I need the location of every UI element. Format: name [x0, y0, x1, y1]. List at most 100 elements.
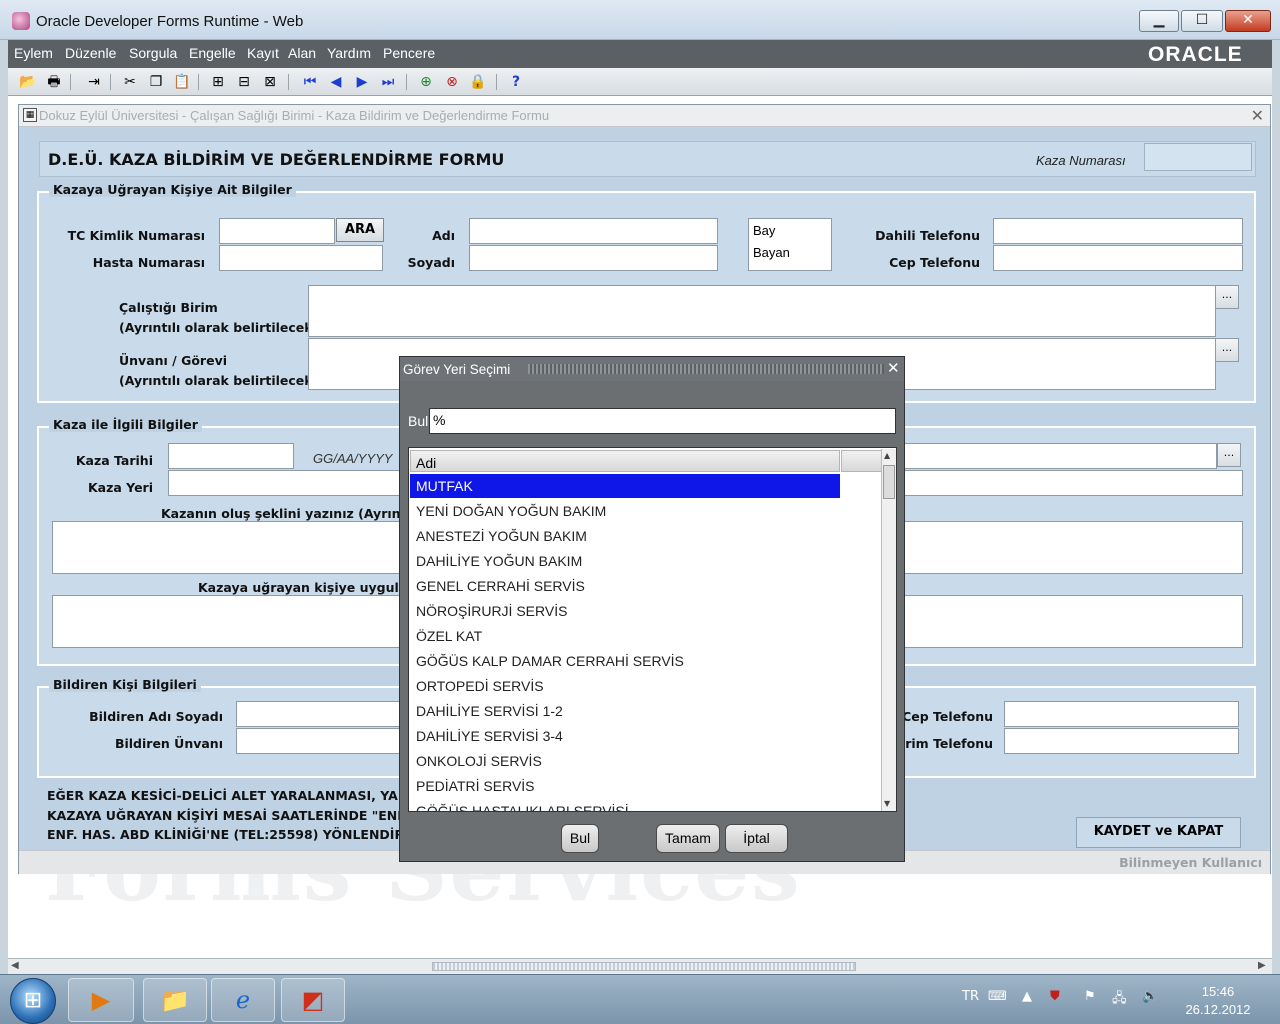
calistigi-birim-input[interactable]	[308, 285, 1216, 337]
show-hidden-icons-icon[interactable]: ▲	[1022, 989, 1032, 1004]
list-item[interactable]: ONKOLOJİ SERVİS	[410, 749, 840, 773]
find-input[interactable]: %	[429, 408, 896, 434]
menu-yardim[interactable]: Yardım	[327, 45, 371, 61]
gender-option-bay[interactable]: Bay	[753, 223, 775, 238]
list-item[interactable]: NÖROŞİRURJİ SERVİS	[410, 599, 840, 623]
warning-line-2: KAZAYA UĞRAYAN KİŞİYİ MESAİ SAATLERİNDE …	[47, 808, 429, 823]
save-icon[interactable]: 📂	[18, 72, 38, 92]
dahili-telefon-input[interactable]	[993, 218, 1243, 244]
action-center-icon[interactable]: ⚑	[1084, 989, 1096, 1004]
applet-horizontal-scrollbar[interactable]: ◀ ▶	[8, 958, 1272, 974]
toolbar-separator	[198, 74, 199, 90]
dialog-drag-grip[interactable]	[528, 364, 884, 374]
taskbar-app-icon[interactable]: ◩	[281, 978, 345, 1022]
language-indicator[interactable]: TR	[962, 989, 979, 1004]
ara-button[interactable]: ARA	[336, 218, 384, 242]
menu-pencere[interactable]: Pencere	[383, 45, 435, 61]
lov-list-scrollbar[interactable]: ▲ ▼	[881, 449, 896, 811]
oracle-logo: ORACLE	[1148, 43, 1243, 66]
next-record-icon[interactable]: ▶	[352, 72, 372, 92]
maximize-button[interactable]: ☐	[1181, 10, 1223, 32]
list-item[interactable]: DAHİLİYE YOĞUN BAKIM	[410, 549, 840, 573]
menu-eylem[interactable]: Eylem	[14, 45, 53, 61]
gender-option-bayan[interactable]: Bayan	[753, 245, 790, 260]
column-header-adi[interactable]: Adi	[410, 450, 840, 472]
iptal-button[interactable]: İptal	[725, 824, 788, 853]
start-button[interactable]: ⊞	[10, 978, 56, 1024]
internet-explorer-icon[interactable]: ℯ	[211, 978, 275, 1022]
system-clock[interactable]: 15:46 26.12.2012	[1178, 983, 1258, 1019]
menu-kayit[interactable]: Kayıt	[247, 45, 279, 61]
cep-telefon-input[interactable]	[993, 245, 1243, 271]
list-item[interactable]: PEDİATRİ SERVİS	[410, 774, 840, 798]
soyadi-input[interactable]	[469, 245, 718, 271]
network-icon[interactable]: 🖧	[1112, 989, 1127, 1011]
volume-icon[interactable]: 🔈	[1142, 989, 1158, 1004]
kaydet-ve-kapat-button[interactable]: KAYDET ve KAPAT	[1076, 817, 1241, 848]
dialog-titlebar[interactable]: Görev Yeri Seçimi ✕	[400, 357, 904, 381]
previous-block-icon[interactable]: ⏮	[300, 72, 320, 92]
hasta-numarasi-input[interactable]	[219, 245, 383, 271]
unvan-gorevi-lov-button[interactable]: ...	[1215, 338, 1239, 362]
list-item[interactable]: DAHİLİYE SERVİSİ 1-2	[410, 699, 840, 723]
media-player-icon[interactable]: ▶	[68, 978, 134, 1022]
lock-record-icon[interactable]: 🔒	[468, 72, 488, 92]
list-item[interactable]: ANESTEZİ YOĞUN BAKIM	[410, 524, 840, 548]
previous-record-icon[interactable]: ◀	[326, 72, 346, 92]
list-item[interactable]: MUTFAK	[410, 474, 840, 498]
keyboard-icon[interactable]: ⌨	[988, 989, 1007, 1004]
calistigi-birim-lov-button[interactable]: ...	[1215, 285, 1239, 309]
scroll-right-icon[interactable]: ▶	[1258, 960, 1266, 971]
bildiren-birim-telefon-input[interactable]	[1004, 728, 1239, 754]
antivirus-icon[interactable]: ⛊	[1050, 989, 1060, 1004]
next-block-icon[interactable]: ⏭	[378, 72, 398, 92]
menu-sorgula[interactable]: Sorgula	[129, 45, 177, 61]
scroll-left-icon[interactable]: ◀	[11, 960, 19, 971]
scroll-down-icon[interactable]: ▼	[884, 799, 890, 808]
tc-kimlik-input[interactable]	[219, 218, 335, 244]
soyadi-label: Soyadı	[407, 255, 455, 270]
cancel-query-icon[interactable]: ⊠	[260, 72, 280, 92]
kaza-lov-button[interactable]: ...	[1217, 443, 1241, 467]
list-item[interactable]: GÖĞÜS HASTALIKLARI SERVİSİ	[410, 799, 840, 811]
file-explorer-icon[interactable]: 📁	[143, 978, 207, 1022]
bildiren-birim-telefon-label: irim Telefonu	[900, 736, 993, 751]
list-item[interactable]: GÖĞÜS KALP DAMAR CERRAHİ SERVİS	[410, 649, 840, 673]
menu-alan[interactable]: Alan	[288, 45, 316, 61]
bildiren-cep-label: Cep Telefonu	[902, 709, 993, 724]
list-item[interactable]: DAHİLİYE SERVİSİ 3-4	[410, 724, 840, 748]
print-icon[interactable]: 🖶	[44, 72, 64, 92]
form-close-icon[interactable]: ✕	[1251, 106, 1264, 125]
list-item[interactable]: ORTOPEDİ SERVİS	[410, 674, 840, 698]
cut-icon[interactable]: ✂	[120, 72, 140, 92]
tamam-button[interactable]: Tamam	[656, 824, 720, 853]
list-item[interactable]: ÖZEL KAT	[410, 624, 840, 648]
copy-icon[interactable]: ❐	[146, 72, 166, 92]
adi-input[interactable]	[469, 218, 718, 244]
scroll-up-icon[interactable]: ▲	[884, 451, 890, 460]
bildiren-adsoyad-input[interactable]	[236, 701, 406, 727]
minimize-button[interactable]: ▁	[1139, 10, 1179, 32]
delete-record-icon[interactable]: ⊗	[442, 72, 462, 92]
exit-icon[interactable]: ⇥	[84, 72, 104, 92]
kaza-alt-field[interactable]	[903, 443, 1217, 469]
list-item[interactable]: GENEL CERRAHİ SERVİS	[410, 574, 840, 598]
list-item[interactable]: YENİ DOĞAN YOĞUN BAKIM	[410, 499, 840, 523]
paste-icon[interactable]: 📋	[172, 72, 192, 92]
unvan-gorevi-label: Ünvanı / Görevi	[119, 353, 228, 368]
bildiren-unvan-input[interactable]	[236, 728, 406, 754]
menu-engelle[interactable]: Engelle	[189, 45, 236, 61]
lov-scrollbar-thumb[interactable]	[883, 465, 895, 499]
dialog-close-icon[interactable]: ✕	[887, 359, 900, 377]
scrollbar-thumb[interactable]	[432, 962, 856, 971]
insert-record-icon[interactable]: ⊕	[416, 72, 436, 92]
bul-button[interactable]: Bul	[561, 824, 599, 853]
form-heading: D.E.Ü. KAZA BİLDİRİM VE DEĞERLENDİRME FO…	[48, 150, 505, 169]
menu-duzenle[interactable]: Düzenle	[65, 45, 116, 61]
help-icon[interactable]: ?	[506, 72, 526, 92]
enter-query-icon[interactable]: ⊞	[208, 72, 228, 92]
execute-query-icon[interactable]: ⊟	[234, 72, 254, 92]
bildiren-cep-input[interactable]	[1004, 701, 1239, 727]
kaza-tarihi-input[interactable]	[168, 443, 294, 469]
close-window-button[interactable]: ✕	[1225, 10, 1271, 32]
